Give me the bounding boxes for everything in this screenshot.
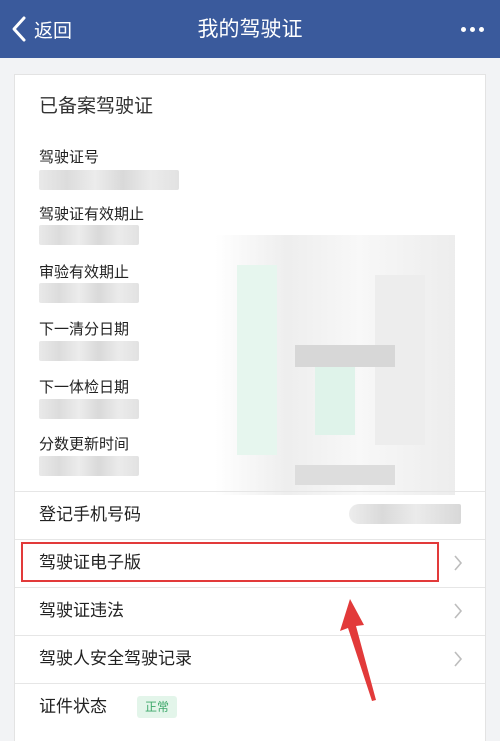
annotation-arrow (340, 599, 376, 701)
phone-number-redacted (349, 504, 461, 524)
license-violations-label: 驾驶证违法 (39, 601, 124, 621)
field-license-expiry-value-redacted (39, 225, 139, 245)
field-license-number-value-redacted (39, 170, 179, 190)
registered-phone-label: 登记手机号码 (39, 505, 141, 525)
qr-code-redacted (215, 235, 455, 495)
license-status-label: 证件状态 (39, 697, 107, 717)
safe-driving-record-label: 驾驶人安全驾驶记录 (39, 649, 192, 669)
highlight-box (21, 542, 439, 582)
chevron-right-icon (454, 651, 463, 667)
row-safe-driving-record[interactable]: 驾驶人安全驾驶记录 (15, 635, 485, 683)
more-options-icon[interactable] (461, 0, 484, 58)
license-card: 已备案驾驶证 驾驶证号 驾驶证有效期止 审验有效期止 下一清分日期 下一体检日期… (14, 74, 486, 741)
row-license-violations[interactable]: 驾驶证违法 (15, 587, 485, 635)
row-license-status: 证件状态 正常 (15, 683, 485, 731)
field-license-number-label: 驾驶证号 (39, 148, 100, 166)
page-title: 我的驾驶证 (197, 17, 303, 41)
field-next-clear-date-label: 下一清分日期 (39, 320, 130, 338)
field-audit-expiry-value-redacted (39, 283, 139, 303)
top-nav-bar: 返回 我的驾驶证 (0, 0, 500, 58)
field-next-exam-date-value-redacted (39, 399, 139, 419)
status-badge: 正常 (137, 696, 178, 718)
field-score-update-time-label: 分数更新时间 (39, 435, 130, 453)
field-next-clear-date-value-redacted (39, 341, 139, 361)
chevron-right-icon (454, 603, 463, 619)
row-registered-phone[interactable]: 登记手机号码 (15, 491, 485, 539)
field-audit-expiry-label: 审验有效期止 (39, 263, 130, 281)
field-next-exam-date-label: 下一体检日期 (39, 378, 130, 396)
chevron-right-icon (454, 555, 463, 571)
card-title: 已备案驾驶证 (39, 95, 154, 117)
field-license-expiry-label: 驾驶证有效期止 (39, 205, 145, 223)
field-score-update-time-value-redacted (39, 456, 139, 476)
